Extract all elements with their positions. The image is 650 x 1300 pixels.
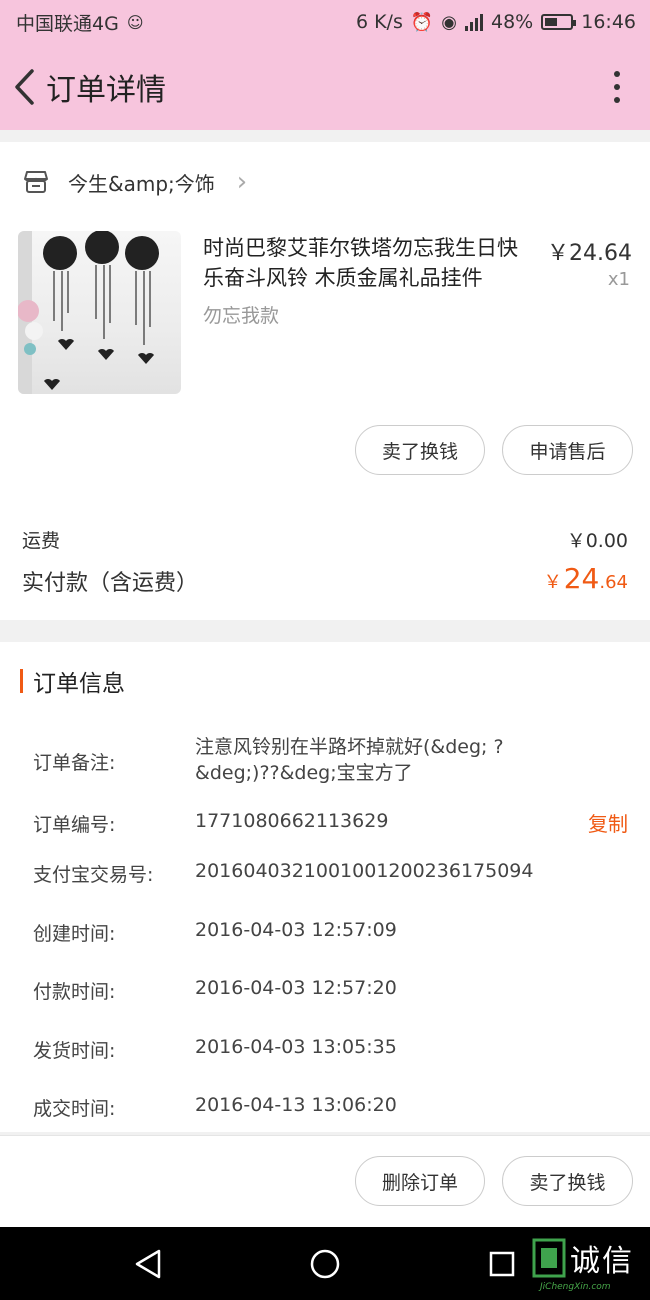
status-bar-right: 6 K/s ⏰ ◉ 48% 16:46	[356, 11, 636, 33]
network-speed: 6 K/s	[355, 11, 403, 33]
product-variant: 勿忘我款	[203, 305, 280, 327]
watermark-subtext: JiChengXin.com	[540, 1282, 611, 1292]
more-dot-icon	[614, 84, 620, 90]
watermark-text: 诚信	[570, 1244, 634, 1279]
order-number-label: 订单编号:	[33, 814, 116, 836]
battery-percent: 48%	[491, 11, 534, 33]
paid-time-label: 付款时间:	[33, 981, 116, 1003]
bottom-action-bar: 删除订单 卖了换钱	[0, 1135, 650, 1227]
shop-name: 今生&amp;今饰	[68, 171, 215, 196]
back-button[interactable]	[6, 57, 42, 117]
paid-integer: 24	[563, 562, 600, 595]
nav-back-button[interactable]	[118, 1234, 178, 1294]
shipped-time-label: 发货时间:	[33, 1040, 116, 1062]
note-value: 注意风铃别在半路坏掉就好(&deg; ? &deg;)??&deg;宝宝方了	[195, 736, 504, 784]
status-bar-left: 中国联通4G ☺	[16, 9, 144, 36]
alipay-trade-value: 2016040321001001200236175094	[195, 860, 534, 882]
shop-link[interactable]: 今生&amp;今饰 ›	[22, 164, 247, 200]
triangle-back-icon	[136, 1249, 161, 1278]
shop-icon	[24, 171, 48, 193]
order-info-card: 订单信息 订单备注: 注意风铃别在半路坏掉就好(&deg; ? &deg;)??…	[0, 642, 650, 1132]
order-info-heading: 订单信息	[20, 664, 125, 698]
wind-chime-illustration	[18, 231, 159, 394]
after-sale-button[interactable]: 申请售后	[502, 425, 633, 475]
completed-time-label: 成交时间:	[33, 1098, 116, 1120]
status-bar: 中国联通4G ☺ 6 K/s ⏰ ◉ 48% 16:46	[0, 0, 650, 44]
chat-bubble-icon: ☺	[126, 12, 144, 32]
app-bar: 订单详情	[0, 44, 650, 130]
nav-recents-button[interactable]	[472, 1234, 532, 1294]
product-title[interactable]: 时尚巴黎艾菲尔铁塔勿忘我生日快乐奋斗风铃 木质金属礼品挂件	[203, 233, 533, 293]
product-image[interactable]	[18, 231, 181, 394]
page-title: 订单详情	[46, 73, 166, 108]
paid-time-value: 2016-04-03 12:57:20	[195, 977, 397, 999]
paid-currency: ￥	[543, 572, 562, 593]
accent-bar	[20, 669, 23, 693]
back-arrow-icon	[15, 69, 34, 105]
delete-order-button[interactable]: 删除订单	[355, 1156, 485, 1206]
paid-amount: ￥ 24 .64	[544, 562, 628, 595]
note-label: 订单备注:	[33, 752, 116, 774]
more-dot-icon	[614, 97, 620, 103]
paid-decimal: .64	[599, 572, 628, 593]
battery-icon	[541, 14, 577, 30]
order-number-value: 1771080662113629	[195, 810, 389, 832]
shipping-label: 运费	[22, 530, 61, 552]
clock: 16:46	[581, 11, 636, 33]
more-menu-button[interactable]	[602, 62, 632, 112]
product-price: ￥24.64	[547, 241, 632, 266]
circle-home-icon	[310, 1249, 340, 1278]
watermark: 诚信 JiChengXin.com	[530, 1230, 650, 1300]
order-info-title: 订单信息	[33, 671, 125, 697]
completed-time-value: 2016-04-13 13:06:20	[195, 1094, 397, 1116]
alarm-icon: ⏰	[410, 11, 434, 33]
product-quantity: x1	[607, 269, 630, 290]
paid-amount-label: 实付款（含运费）	[22, 571, 199, 596]
watermark-logo-icon	[532, 1238, 566, 1278]
order-item-card: 今生&amp;今饰 › 时尚巴黎艾菲尔铁塔勿忘我生日快乐奋斗风铃 木质金属礼品挂…	[0, 142, 650, 620]
carrier-label: 中国联通4G	[16, 12, 119, 35]
alipay-trade-label: 支付宝交易号:	[33, 864, 154, 886]
shipped-time-value: 2016-04-03 13:05:35	[195, 1036, 397, 1058]
square-recents-icon	[489, 1251, 514, 1276]
shipping-value: ￥0.00	[566, 530, 628, 552]
chevron-right-icon: ›	[236, 167, 248, 197]
copy-button[interactable]: 复制	[588, 808, 628, 837]
created-time-label: 创建时间:	[33, 923, 116, 945]
nav-home-button[interactable]	[295, 1234, 355, 1294]
signal-icon	[465, 13, 483, 31]
eye-icon: ◉	[441, 11, 457, 33]
created-time-value: 2016-04-03 12:57:09	[195, 919, 397, 941]
more-dot-icon	[614, 71, 620, 77]
sell-for-cash-button[interactable]: 卖了换钱	[355, 425, 485, 475]
sell-for-cash-button-bottom[interactable]: 卖了换钱	[502, 1156, 633, 1206]
